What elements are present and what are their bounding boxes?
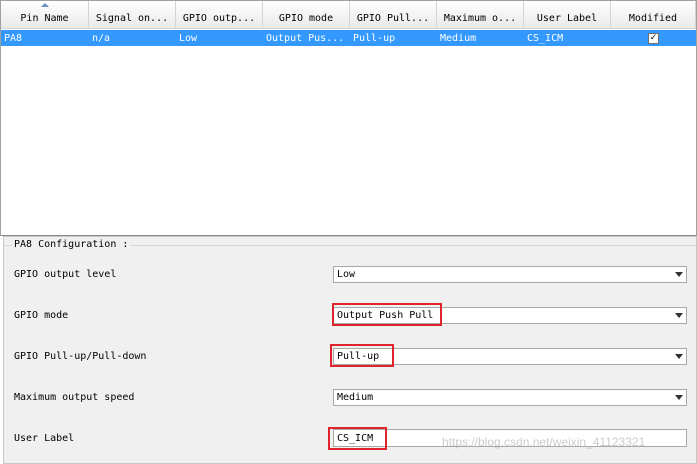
dropdown-button[interactable]: [672, 349, 686, 364]
col-header-pin-name[interactable]: Pin Name: [1, 1, 89, 29]
col-header-gpio-output[interactable]: GPIO outp...: [176, 1, 263, 29]
annotation-highlight-user-label: [328, 427, 387, 450]
label-gpio-output-level: GPIO output level: [14, 269, 117, 280]
cell-user-label: CS_ICM: [527, 32, 564, 44]
gpio-output-level-value: Low: [337, 269, 356, 280]
sort-ascending-icon: [40, 3, 49, 7]
col-header-gpio-mode[interactable]: GPIO mode: [263, 1, 350, 29]
chevron-down-icon: [675, 272, 683, 277]
chevron-down-icon: [675, 354, 683, 359]
cell-signal: n/a: [92, 32, 111, 44]
checkmark-icon: ✓: [649, 32, 658, 43]
label-gpio-mode: GPIO mode: [14, 310, 69, 321]
col-header-max-speed[interactable]: Maximum o...: [437, 1, 524, 29]
pin-table: Pin Name Signal on... GPIO outp... GPIO …: [0, 0, 697, 236]
config-title: PA8 Configuration :: [12, 239, 131, 250]
cell-gpio-mode: Output Pus...: [266, 32, 345, 44]
cell-output-level: Low: [179, 32, 198, 44]
max-output-speed-select[interactable]: Medium: [333, 389, 687, 406]
table-row[interactable]: PA8 n/a Low Output Pus... Pull-up Medium…: [1, 30, 696, 46]
gpio-output-level-select[interactable]: Low: [333, 266, 687, 283]
cell-pin-name: PA8: [4, 32, 23, 44]
label-max-output-speed: Maximum output speed: [14, 392, 135, 403]
watermark-text: https://blog.csdn.net/weixin_41123321: [442, 435, 646, 449]
chevron-down-icon: [675, 395, 683, 400]
annotation-highlight-gpio-mode: [332, 303, 442, 326]
cell-max-speed: Medium: [440, 32, 477, 44]
dropdown-button[interactable]: [672, 390, 686, 405]
cell-modified: ✓: [611, 30, 696, 46]
col-header-gpio-pull[interactable]: GPIO Pull...: [350, 1, 437, 29]
modified-checkbox[interactable]: ✓: [648, 32, 659, 44]
label-gpio-pull: GPIO Pull-up/Pull-down: [14, 351, 147, 362]
chevron-down-icon: [675, 313, 683, 318]
dropdown-button[interactable]: [672, 308, 686, 323]
dropdown-button[interactable]: [672, 267, 686, 282]
cell-gpio-pull: Pull-up: [353, 32, 396, 44]
annotation-highlight-gpio-pull: [330, 344, 394, 367]
col-header-user-label[interactable]: User Label: [524, 1, 611, 29]
table-header: Pin Name Signal on... GPIO outp... GPIO …: [1, 1, 696, 29]
col-header-modified[interactable]: Modified: [611, 1, 696, 29]
max-output-speed-value: Medium: [337, 392, 374, 403]
label-user-label: User Label: [14, 433, 75, 444]
col-header-signal[interactable]: Signal on...: [89, 1, 176, 29]
